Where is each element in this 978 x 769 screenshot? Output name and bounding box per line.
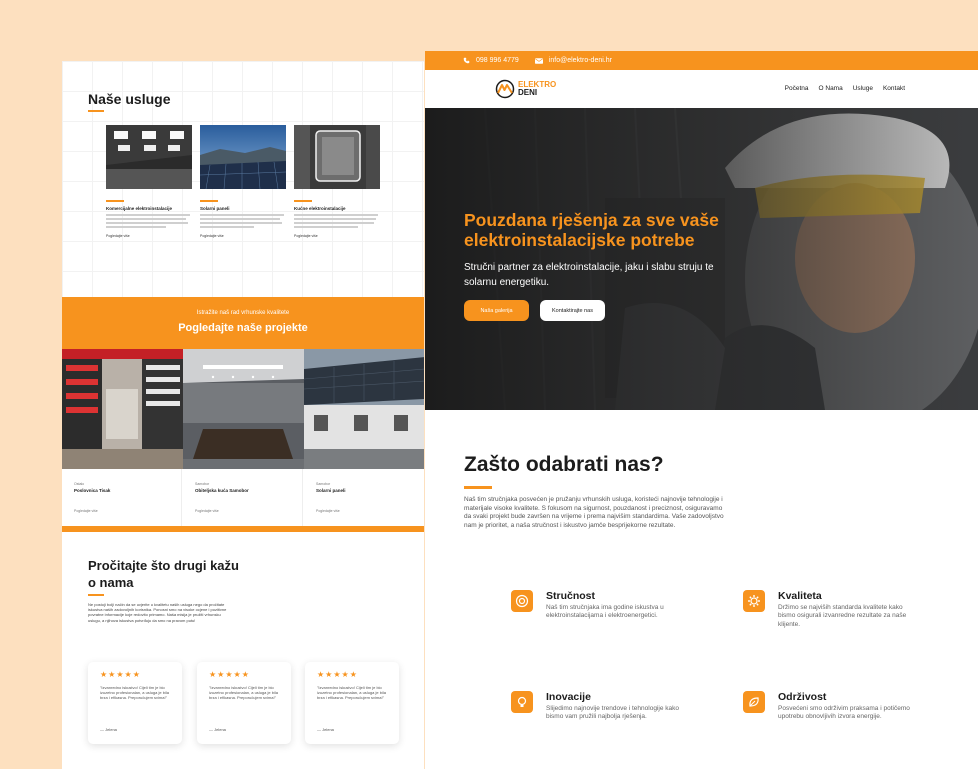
title-underline [88, 110, 104, 112]
gallery-button[interactable]: Naša galerija [464, 300, 529, 321]
project-card[interactable]: Samobor Obiteljska kuća Samobor Pogledaj… [183, 349, 304, 526]
service-name: Komercijalne elektroinstalacije [106, 206, 173, 211]
services-section: Naše usluge Komercijalne elektroinstalac… [62, 61, 424, 297]
project-card[interactable]: Samobor Solarni paneli Pogledajte više [303, 349, 424, 526]
feature-text: Posvećeni smo održivim praksama i potiče… [778, 705, 910, 721]
service-link[interactable]: Pogledajte više [294, 234, 380, 238]
project-image-office [183, 349, 304, 469]
email-address: info@elektro-deni.hr [548, 57, 612, 64]
projects-subtitle: Istražite naš rad vrhunske kvalitete [196, 310, 290, 316]
service-card[interactable]: Kućne elektroinstalacije Pogledajte više [294, 125, 380, 238]
testimonial-author: — Jelena [209, 727, 226, 732]
phone-contact[interactable]: 098 996 4779 [463, 57, 519, 64]
testimonials-intro: Ne postoji bolji način da se uvjerite u … [88, 602, 227, 623]
feature-text: Naš tim stručnjaka ima godine iskustva u… [546, 604, 664, 620]
email-contact[interactable]: info@elektro-deni.hr [534, 57, 612, 64]
project-link[interactable]: Pogledajte više [316, 509, 340, 513]
nav-item-about[interactable]: O Nama [819, 85, 843, 92]
mail-icon [534, 57, 543, 64]
rating-stars: ★★★★★ [317, 670, 358, 679]
main-navbar: ELEKTRO DENI Početna O Nama Usluge Konta… [425, 70, 978, 108]
services-page-preview: Naše usluge Komercijalne elektroinstalac… [62, 61, 424, 769]
leaf-icon [743, 691, 765, 713]
rating-stars: ★★★★★ [209, 670, 250, 679]
feature-title: Kvaliteta [778, 590, 822, 602]
feature-title: Održivost [778, 691, 827, 703]
feature-title: Stručnost [546, 590, 596, 602]
brand-logo[interactable]: ELEKTRO DENI [495, 79, 556, 99]
card-accent-line [294, 200, 312, 202]
project-card[interactable]: Ostalo Poslovnica Tisak Pogledajte više [62, 349, 183, 526]
project-image-store [62, 349, 183, 469]
project-category: Samobor [316, 482, 331, 486]
project-link[interactable]: Pogledajte više [74, 509, 98, 513]
service-name: Solarni paneli [200, 206, 230, 211]
nav-item-home[interactable]: Početna [785, 85, 809, 92]
contact-us-button[interactable]: Kontaktirajte nas [540, 300, 605, 321]
testimonial-quote: "Izvanredno iskustvo! Cijeli tim je bio … [317, 685, 386, 701]
card-accent-line [200, 200, 218, 202]
nav-menu: Početna O Nama Usluge Kontakt [775, 85, 905, 92]
contact-topbar: 098 996 4779 info@elektro-deni.hr [425, 51, 978, 70]
testimonial-author: — Jelena [317, 727, 334, 732]
testimonial-card: ★★★★★ "Izvanredno iskustvo! Cijeli tim j… [197, 662, 291, 744]
service-link[interactable]: Pogledajte više [106, 234, 192, 238]
phone-icon [463, 57, 470, 64]
testimonial-author: — Jelena [100, 727, 117, 732]
service-card[interactable]: Komercijalne elektroinstalacije Pogledaj… [106, 125, 192, 238]
hero-background-electrician-image [425, 108, 978, 410]
projects-header: Istražite naš rad vrhunske kvalitete Pog… [62, 297, 424, 349]
why-us-text: Naš tim stručnjaka posvećen je pružanju … [464, 496, 724, 529]
lightning-logo-icon [495, 79, 515, 99]
phone-number: 098 996 4779 [476, 57, 519, 64]
home-installation-image [294, 125, 380, 189]
feature-text: Slijedimo najnovije trendove i tehnologi… [546, 705, 679, 721]
badge-icon [511, 590, 533, 612]
services-title: Naše usluge [88, 91, 171, 107]
service-name: Kućne elektroinstalacije [294, 206, 346, 211]
project-category: Samobor [195, 482, 210, 486]
testimonial-quote: "Izvanredno iskustvo! Cijeli tim je bio … [209, 685, 278, 701]
gear-icon [743, 590, 765, 612]
testimonial-quote: "Izvanredno iskustvo! Cijeli tim je bio … [100, 685, 169, 701]
project-name: Solarni paneli [316, 488, 346, 493]
homepage-preview: 098 996 4779 info@elektro-deni.hr ELEKTR… [425, 51, 978, 769]
service-link[interactable]: Pogledajte više [200, 234, 286, 238]
why-us-title: Zašto odabrati nas? [464, 453, 664, 476]
testimonial-card: ★★★★★ "Izvanredno iskustvo! Cijeli tim j… [305, 662, 399, 744]
project-image-house [303, 349, 424, 469]
project-name: Obiteljska kuća Samobor [195, 488, 249, 493]
nav-item-services[interactable]: Usluge [853, 85, 873, 92]
lightbulb-icon [511, 691, 533, 713]
service-description [200, 214, 286, 228]
service-description [294, 214, 380, 228]
title-underline [88, 594, 104, 596]
rating-stars: ★★★★★ [100, 670, 141, 679]
service-description [106, 214, 192, 228]
logo-line-2: DENI [518, 88, 538, 97]
title-underline [464, 486, 492, 489]
feature-title: Inovacije [546, 691, 591, 703]
hero-subtitle: Stručni partner za elektroinstalacije, j… [464, 262, 714, 288]
hero-section: Pouzdana rješenja za sve vaše elektroins… [425, 108, 978, 410]
solar-panels-image [199, 125, 287, 190]
project-name: Poslovnica Tisak [74, 488, 111, 493]
project-category: Ostalo [74, 482, 85, 486]
service-card[interactable]: Solarni paneli Pogledajte više [199, 125, 287, 238]
project-link[interactable]: Pogledajte više [195, 509, 219, 513]
testimonials-title: Pročitajte što drugi kažu o nama [88, 558, 239, 590]
hero-title: Pouzdana rješenja za sve vaše elektroins… [464, 210, 719, 250]
projects-title: Pogledajte naše projekte [178, 322, 308, 334]
section-divider [62, 526, 424, 532]
nav-item-contact[interactable]: Kontakt [883, 85, 905, 92]
testimonial-card: ★★★★★ "Izvanredno iskustvo! Cijeli tim j… [88, 662, 182, 744]
card-accent-line [106, 200, 124, 202]
commercial-installation-image [106, 125, 192, 189]
feature-text: Držimo se najviših standarda kvalitete k… [778, 604, 907, 628]
